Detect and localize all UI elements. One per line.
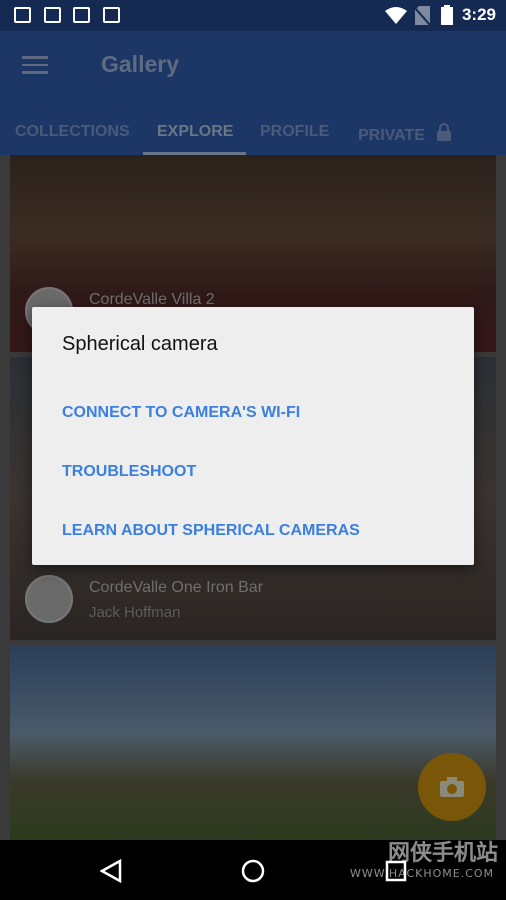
lock-icon bbox=[437, 123, 452, 141]
tab-explore[interactable]: EXPLORE bbox=[157, 123, 233, 141]
tab-private-label: PRIVATE bbox=[358, 127, 425, 144]
camera-icon bbox=[440, 777, 464, 797]
troubleshoot-option[interactable]: TROUBLESHOOT bbox=[62, 463, 196, 481]
tab-private[interactable]: PRIVATE bbox=[358, 123, 452, 145]
connect-wifi-option[interactable]: CONNECT TO CAMERA'S WI-FI bbox=[62, 404, 300, 422]
hamburger-icon[interactable] bbox=[22, 56, 48, 74]
camera-fab-button[interactable] bbox=[418, 753, 486, 821]
back-icon[interactable] bbox=[100, 859, 122, 883]
spherical-camera-dialog: Spherical camera CONNECT TO CAMERA'S WI-… bbox=[32, 307, 474, 565]
no-sim-icon bbox=[415, 6, 430, 25]
page-title: Gallery bbox=[101, 51, 179, 77]
status-bar: 3:29 bbox=[0, 0, 506, 31]
watermark-cn: 网侠手机站 bbox=[387, 841, 498, 866]
watermark: 网侠手机站 WWW.HACKHOME.COM bbox=[350, 835, 498, 880]
battery-icon bbox=[441, 5, 453, 25]
learn-spherical-cameras-option[interactable]: LEARN ABOUT SPHERICAL CAMERAS bbox=[62, 522, 360, 540]
home-icon[interactable] bbox=[241, 859, 265, 883]
card-title: CordeValle One Iron Bar bbox=[89, 579, 264, 596]
tab-bar: COLLECTIONS EXPLORE PROFILE PRIVATE bbox=[0, 123, 506, 155]
gmail-icon bbox=[73, 7, 90, 23]
image-icon bbox=[14, 7, 31, 23]
card-author: Jack Hoffman bbox=[89, 604, 181, 621]
tab-collections[interactable]: COLLECTIONS bbox=[15, 123, 130, 141]
clipboard-check-icon bbox=[103, 7, 120, 23]
dialog-title: Spherical camera bbox=[62, 333, 218, 355]
avatar bbox=[25, 575, 73, 623]
clock: 3:29 bbox=[461, 5, 496, 24]
gallery-card[interactable] bbox=[10, 645, 496, 840]
watermark-url: WWW.HACKHOME.COM bbox=[349, 867, 495, 880]
tab-profile[interactable]: PROFILE bbox=[260, 123, 329, 141]
gmail-stack-icon bbox=[44, 7, 61, 23]
app-bar: Gallery COLLECTIONS EXPLORE PROFILE PRIV… bbox=[0, 31, 506, 155]
wifi-icon bbox=[385, 7, 407, 24]
